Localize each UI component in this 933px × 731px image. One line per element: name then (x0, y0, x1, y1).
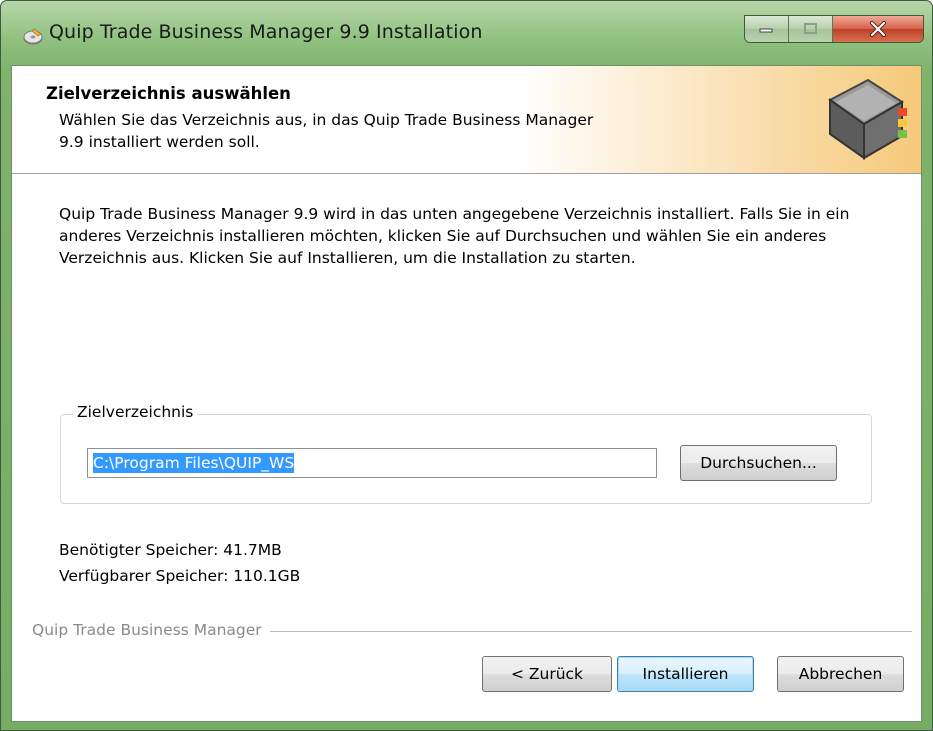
cancel-button[interactable]: Abbrechen (777, 656, 904, 692)
close-button[interactable] (833, 16, 923, 42)
caption-buttons (744, 15, 924, 43)
page-subtitle: Wählen Sie das Verzeichnis aus, in das Q… (59, 111, 594, 151)
page-header: Zielverzeichnis auswählen Wählen Sie das… (12, 66, 921, 174)
path-text: C:\Program Files\QUIP_WS (93, 453, 295, 473)
installer-window: Quip Trade Business Manager 9.9 Installa… (0, 0, 933, 731)
groupbox-label: Zielverzeichnis (73, 403, 198, 421)
minimize-icon (759, 28, 772, 33)
maximize-button[interactable] (789, 16, 833, 42)
minimize-button[interactable] (745, 16, 789, 42)
title-bar[interactable]: Quip Trade Business Manager 9.9 Installa… (1, 1, 932, 65)
intro-text: Quip Trade Business Manager 9.9 wird in … (59, 205, 850, 267)
browse-button[interactable]: Durchsuchen... (680, 445, 837, 481)
branding-separator: Quip Trade Business Manager (32, 618, 912, 640)
window-title: Quip Trade Business Manager 9.9 Installa… (49, 21, 483, 43)
space-available: Verfügbarer Speicher: 110.1GB (59, 567, 301, 585)
book-icon (828, 78, 907, 160)
install-button[interactable]: Installieren (617, 656, 754, 692)
page-title: Zielverzeichnis auswählen (46, 84, 291, 103)
close-icon (870, 21, 886, 37)
destination-groupbox: Zielverzeichnis C:\Program Files\QUIP_WS… (60, 403, 872, 504)
installer-disk-icon (23, 28, 43, 45)
maximize-icon (803, 23, 817, 34)
page-body: Quip Trade Business Manager 9.9 wird in … (12, 174, 921, 721)
space-required: Benötigter Speicher: 41.7MB (59, 541, 282, 559)
branding-text: Quip Trade Business Manager (32, 621, 270, 639)
back-button[interactable]: < Zurück (482, 656, 612, 692)
destination-path-input[interactable]: C:\Program Files\QUIP_WS (87, 448, 657, 478)
dialog-client-area: Zielverzeichnis auswählen Wählen Sie das… (11, 65, 922, 722)
